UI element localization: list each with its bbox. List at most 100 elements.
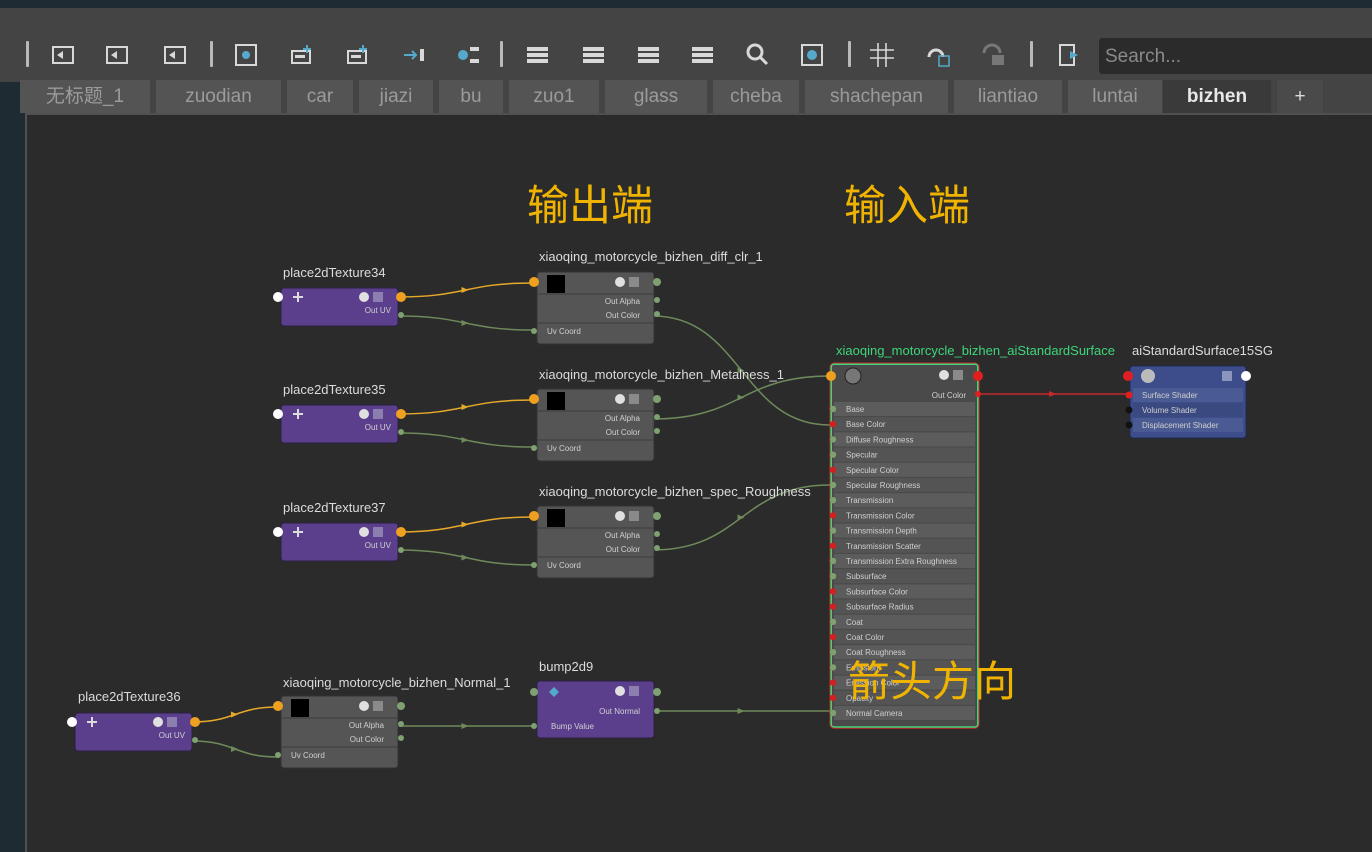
input-port[interactable]: [1125, 421, 1133, 429]
input-port[interactable]: [1125, 391, 1133, 399]
input-port[interactable]: [273, 292, 283, 302]
out-color-child-port[interactable]: [654, 311, 660, 317]
input-port[interactable]: [1125, 406, 1133, 414]
out-uv-child-port[interactable]: [398, 547, 404, 553]
input-port[interactable]: [829, 664, 837, 671]
out-alpha-port[interactable]: [654, 414, 660, 420]
out-alpha-port[interactable]: [654, 531, 660, 537]
out-color-child-port[interactable]: [398, 735, 404, 741]
input-port[interactable]: [829, 603, 837, 610]
port-label-out-uv: Out UV: [365, 423, 392, 432]
node-shading-group: Surface Shader Volume Shader Displacement …: [1129, 365, 1247, 439]
view-mode-icon: [629, 394, 639, 404]
port-label-uv-coord: Uv Coord: [547, 561, 581, 570]
input-port[interactable]: [273, 527, 283, 537]
input-label: Transmission Extra Roughness: [846, 557, 957, 566]
port-label-out-color: Out Color: [350, 735, 385, 744]
port-label-out-color: Out Color: [606, 311, 641, 320]
output-port[interactable]: [1241, 371, 1251, 381]
node-place34: Out UV: [280, 287, 399, 327]
view-mode-icon: [953, 370, 963, 380]
node-place37: Out UV: [280, 522, 399, 562]
input-label: Subsurface: [846, 572, 887, 581]
port-label-out-uv: Out UV: [159, 731, 186, 740]
out-uv-port[interactable]: [396, 527, 406, 537]
input-label: Volume Shader: [1142, 406, 1197, 415]
input-port[interactable]: [829, 466, 837, 473]
input-port[interactable]: [829, 451, 837, 458]
input-port[interactable]: [829, 436, 837, 443]
input-port[interactable]: [67, 717, 77, 727]
out-color-child-port[interactable]: [975, 391, 981, 397]
node-bump2d9: Out Normal Bump Value: [536, 680, 655, 739]
node-title-spec-roughness: xiaoqing_motorcycle_bizhen_spec_Roughnes…: [539, 484, 811, 499]
input-port[interactable]: [829, 497, 837, 504]
link-place37-uvcoord-arrow: [461, 554, 469, 561]
node-title-normal: xiaoqing_motorcycle_bizhen_Normal_1: [283, 675, 511, 690]
node-title-place2dtexture34: place2dTexture34: [283, 265, 386, 280]
input-port[interactable]: [829, 633, 837, 641]
view-mode-icon: [167, 717, 177, 727]
swatch-icon: [615, 394, 625, 404]
input-port[interactable]: [829, 709, 837, 717]
input-port[interactable]: [829, 573, 837, 580]
node-title-aistandardsurface: xiaoqing_motorcycle_bizhen_aiStandardSur…: [836, 343, 1115, 358]
input-port[interactable]: [829, 481, 837, 489]
port-label-bump-value: Bump Value: [551, 722, 595, 731]
out-color-child-port[interactable]: [654, 545, 660, 551]
input-port[interactable]: [829, 649, 837, 656]
port-label-out-alpha: Out Alpha: [605, 531, 641, 540]
input-port[interactable]: [829, 588, 837, 595]
uv-coord-child-port[interactable]: [531, 328, 537, 334]
out-uv-port[interactable]: [396, 292, 406, 302]
bump-value-port[interactable]: [531, 723, 537, 729]
out-normal-child-port[interactable]: [654, 708, 660, 714]
swatch-icon: [615, 511, 625, 521]
out-uv-port[interactable]: [396, 409, 406, 419]
out-color-child-port[interactable]: [654, 428, 660, 434]
texture-thumbnail: [547, 509, 565, 527]
input-port[interactable]: [829, 694, 837, 701]
uv-coord-child-port[interactable]: [531, 445, 537, 451]
input-label: Normal Camera: [846, 709, 903, 718]
out-color-port[interactable]: [973, 371, 983, 381]
out-color-port[interactable]: [397, 702, 405, 710]
out-alpha-port[interactable]: [654, 297, 660, 303]
input-port[interactable]: [829, 557, 837, 565]
swatch-icon: [615, 686, 625, 696]
uv-coord-input-port[interactable]: [529, 394, 539, 404]
input-port[interactable]: [829, 679, 837, 686]
out-alpha-port[interactable]: [398, 721, 404, 727]
input-label: Base: [846, 405, 865, 414]
input-port[interactable]: [829, 512, 837, 519]
link-place36-uvcoord-arrow: [231, 746, 238, 752]
input-port[interactable]: [829, 542, 837, 549]
bump-input-port[interactable]: [530, 688, 538, 696]
uv-coord-input-port[interactable]: [529, 277, 539, 287]
shader-ball-icon: [844, 367, 862, 385]
uv-coord-child-port[interactable]: [531, 562, 537, 568]
uv-coord-child-port[interactable]: [275, 752, 281, 758]
out-normal-port[interactable]: [653, 688, 661, 696]
out-uv-child-port[interactable]: [398, 312, 404, 318]
out-color-port[interactable]: [653, 512, 661, 520]
out-color-port[interactable]: [653, 278, 661, 286]
uv-coord-input-port[interactable]: [273, 701, 283, 711]
input-port[interactable]: [829, 618, 837, 625]
out-color-port[interactable]: [653, 395, 661, 403]
node-place35: Out UV: [280, 404, 399, 444]
input-port[interactable]: [273, 409, 283, 419]
input-port[interactable]: [829, 421, 837, 428]
uv-coord-input-port[interactable]: [529, 511, 539, 521]
annotation-arrow-direction: 箭头方向: [848, 657, 1017, 706]
out-uv-child-port[interactable]: [398, 429, 404, 435]
input-port[interactable]: [829, 527, 837, 534]
node-place36: Out UV: [74, 712, 193, 752]
out-uv-child-port[interactable]: [192, 737, 198, 743]
input-label: Transmission Depth: [846, 527, 917, 536]
input-port[interactable]: [1123, 371, 1133, 381]
input-port[interactable]: [826, 371, 836, 381]
node-metal: Out Alpha Out Color Uv Coord: [536, 388, 655, 462]
input-port[interactable]: [829, 405, 837, 413]
out-uv-port[interactable]: [190, 717, 200, 727]
